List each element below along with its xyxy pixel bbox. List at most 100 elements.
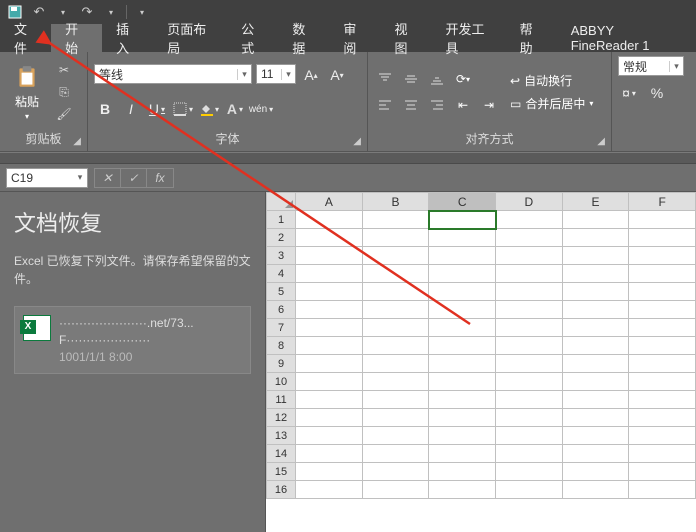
row-header[interactable]: 14 <box>267 445 296 463</box>
grow-font-button[interactable]: A▴ <box>300 64 322 86</box>
select-all-button[interactable] <box>267 193 296 211</box>
cell[interactable] <box>429 409 496 427</box>
cell[interactable] <box>629 319 696 337</box>
row-header[interactable]: 1 <box>267 211 296 229</box>
cell[interactable] <box>562 283 629 301</box>
tab-help[interactable]: 帮助 <box>506 24 557 52</box>
cell[interactable] <box>629 391 696 409</box>
cell[interactable] <box>429 355 496 373</box>
accounting-button[interactable]: ¤▾ <box>618 82 640 104</box>
row-header[interactable]: 6 <box>267 301 296 319</box>
cell[interactable] <box>562 301 629 319</box>
cell[interactable] <box>629 301 696 319</box>
cell[interactable] <box>496 247 563 265</box>
align-bottom-button[interactable] <box>426 69 448 89</box>
cell[interactable] <box>429 373 496 391</box>
cell[interactable] <box>629 373 696 391</box>
cell[interactable] <box>362 427 429 445</box>
row-header[interactable]: 10 <box>267 373 296 391</box>
cell[interactable] <box>496 481 563 499</box>
cell[interactable] <box>496 355 563 373</box>
tab-abbyy[interactable]: ABBYY FineReader 1 <box>557 24 696 52</box>
cell[interactable] <box>496 301 563 319</box>
row-header[interactable]: 12 <box>267 409 296 427</box>
cell[interactable] <box>296 409 363 427</box>
merge-center-button[interactable]: ▭合并后居中▾ <box>510 95 593 112</box>
row-header[interactable]: 11 <box>267 391 296 409</box>
tab-layout[interactable]: 页面布局 <box>153 24 227 52</box>
cell[interactable] <box>496 319 563 337</box>
percent-button[interactable]: % <box>646 82 668 104</box>
fill-color-button[interactable]: ▾ <box>198 98 220 120</box>
cell[interactable] <box>562 319 629 337</box>
cell[interactable] <box>296 301 363 319</box>
align-right-button[interactable] <box>426 95 448 115</box>
cell[interactable] <box>296 283 363 301</box>
cell[interactable] <box>362 391 429 409</box>
cell[interactable] <box>429 211 496 229</box>
align-middle-button[interactable] <box>400 69 422 89</box>
row-header[interactable]: 4 <box>267 265 296 283</box>
cell[interactable] <box>496 445 563 463</box>
bold-button[interactable]: B <box>94 98 116 120</box>
cell[interactable] <box>362 463 429 481</box>
cell[interactable] <box>362 229 429 247</box>
cell[interactable] <box>496 463 563 481</box>
column-header[interactable]: E <box>562 193 629 211</box>
row-header[interactable]: 9 <box>267 355 296 373</box>
cell[interactable] <box>562 265 629 283</box>
cell[interactable] <box>562 463 629 481</box>
cell[interactable] <box>429 463 496 481</box>
format-painter-button[interactable]: 🖌 <box>54 105 74 123</box>
cell[interactable] <box>562 211 629 229</box>
cell[interactable] <box>296 211 363 229</box>
cell[interactable] <box>562 337 629 355</box>
cell[interactable] <box>562 391 629 409</box>
cell[interactable] <box>296 229 363 247</box>
row-header[interactable]: 5 <box>267 283 296 301</box>
cell[interactable] <box>629 229 696 247</box>
cell[interactable] <box>562 409 629 427</box>
cell[interactable] <box>629 265 696 283</box>
font-name-combo[interactable]: 等线▾ <box>94 64 252 84</box>
cell[interactable] <box>362 445 429 463</box>
row-header[interactable]: 8 <box>267 337 296 355</box>
underline-button[interactable]: U▾ <box>146 98 168 120</box>
cell[interactable] <box>362 319 429 337</box>
cell[interactable] <box>429 337 496 355</box>
paste-button[interactable]: 粘贴 ▾ <box>6 63 48 121</box>
cell[interactable] <box>362 481 429 499</box>
cell[interactable] <box>629 211 696 229</box>
row-header[interactable]: 3 <box>267 247 296 265</box>
wrap-text-button[interactable]: ↩自动换行 <box>510 72 593 89</box>
cell[interactable] <box>296 445 363 463</box>
cell[interactable] <box>362 301 429 319</box>
cell[interactable] <box>429 229 496 247</box>
cell[interactable] <box>429 445 496 463</box>
tab-insert[interactable]: 插入 <box>102 24 153 52</box>
cell[interactable] <box>429 319 496 337</box>
tab-home[interactable]: 开始 <box>51 24 102 52</box>
cell[interactable] <box>362 265 429 283</box>
row-header[interactable]: 15 <box>267 463 296 481</box>
cell[interactable] <box>562 247 629 265</box>
align-launcher[interactable]: ◢ <box>597 136 605 147</box>
column-header[interactable]: F <box>629 193 696 211</box>
cancel-formula-button[interactable]: ✕ <box>95 169 121 187</box>
cell[interactable] <box>629 247 696 265</box>
spreadsheet-grid[interactable]: ABCDEF12345678910111213141516 <box>266 192 696 532</box>
cell[interactable] <box>362 247 429 265</box>
increase-indent-button[interactable]: ⇥ <box>478 95 500 115</box>
column-header[interactable]: C <box>429 193 496 211</box>
border-button[interactable]: ▾ <box>172 98 194 120</box>
tab-dev[interactable]: 开发工具 <box>432 24 506 52</box>
cut-button[interactable]: ✂ <box>54 61 74 79</box>
cell[interactable] <box>429 427 496 445</box>
font-launcher[interactable]: ◢ <box>353 136 361 147</box>
cell[interactable] <box>496 265 563 283</box>
cell[interactable] <box>562 445 629 463</box>
cell[interactable] <box>562 373 629 391</box>
cell[interactable] <box>296 373 363 391</box>
cell[interactable] <box>562 229 629 247</box>
cell[interactable] <box>362 373 429 391</box>
